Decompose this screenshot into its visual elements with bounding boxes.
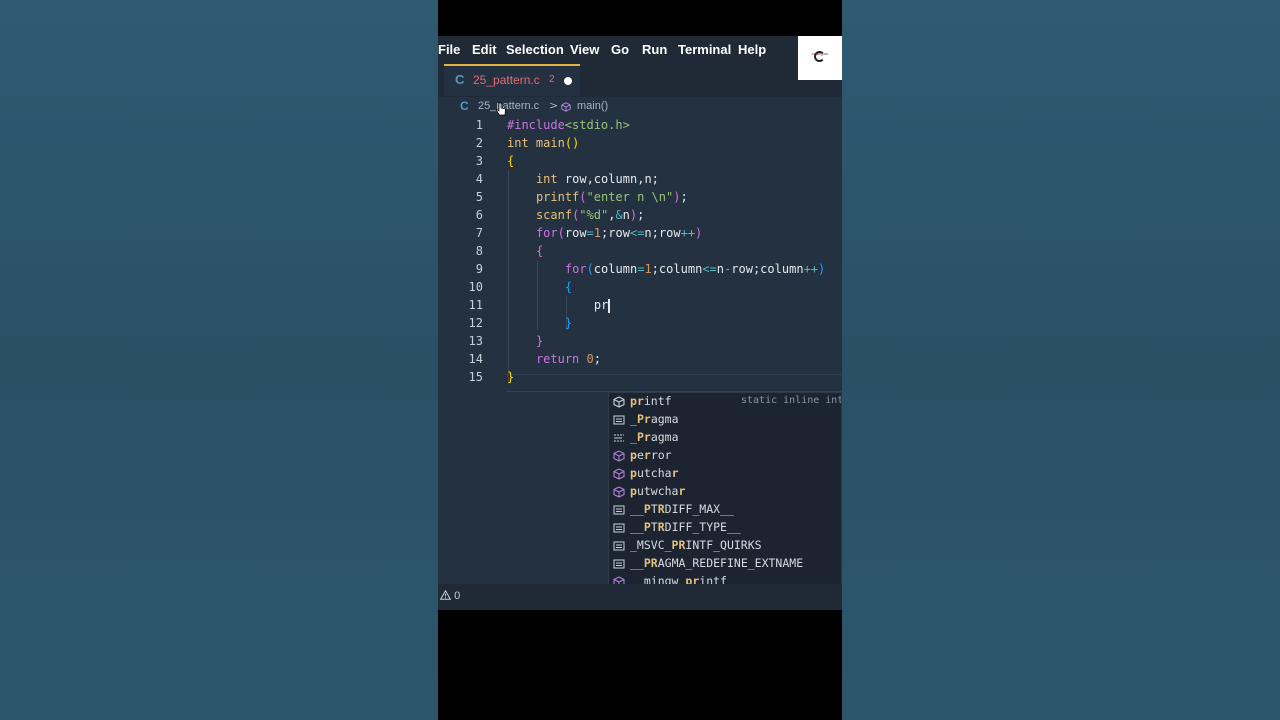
snippet-icon (613, 523, 625, 533)
menu-view[interactable]: View (570, 42, 599, 57)
line-number: 11 (468, 298, 483, 312)
suggestion-widget: printf static inline int _Pragma _Pragma… (608, 392, 842, 608)
code-line[interactable]: } (507, 314, 572, 332)
problems-status[interactable]: 0 (439, 589, 461, 602)
suggestion-item[interactable]: printf static inline int (609, 393, 842, 411)
snippet-icon (613, 505, 625, 515)
suggestion-detail: static inline int (741, 395, 842, 406)
warning-count: 0 (454, 590, 461, 602)
line-number: 12 (468, 316, 483, 330)
vscode-window: File Edit Selection View Go Run Terminal… (438, 36, 842, 610)
snippet-alt-icon (614, 434, 624, 442)
suggestion-item[interactable]: _MSVC_PRINTF_QUIRKS (609, 537, 841, 555)
breadcrumb-symbol[interactable]: main() (577, 100, 608, 112)
suggestion-label: _Pragma (630, 412, 679, 426)
line-number: 5 (475, 190, 483, 204)
video-frame: File Edit Selection View Go Run Terminal… (438, 0, 842, 720)
breadcrumb-c-icon: C (460, 99, 469, 113)
code-line[interactable]: return 0; (507, 350, 601, 368)
menu-bar: File Edit Selection View Go Run Terminal… (438, 36, 842, 80)
suggestion-item[interactable]: putwchar (609, 483, 841, 501)
line-number: 1 (475, 118, 483, 132)
menu-run[interactable]: Run (642, 42, 667, 57)
suggestion-label: printf (630, 394, 672, 408)
line-number: 3 (475, 154, 483, 168)
code-line[interactable]: int row,column,n; (507, 170, 659, 188)
method-icon (613, 450, 625, 462)
code-editor[interactable]: 1 2 3 4 5 6 7 8 9 10 11 12 13 14 15 #inc… (438, 116, 842, 608)
status-bar: 0 (438, 584, 842, 610)
code-line[interactable]: } (507, 368, 514, 386)
method-icon (613, 468, 625, 480)
method-icon (613, 396, 625, 408)
unsaved-dot-icon[interactable] (564, 77, 572, 85)
menu-help[interactable]: Help (738, 42, 766, 57)
snippet-icon (613, 559, 625, 569)
suggestion-label: _MSVC_PRINTF_QUIRKS (630, 538, 762, 552)
code-line[interactable]: { (507, 278, 572, 296)
channel-logo: codeguru (798, 36, 842, 80)
suggestion-item[interactable]: perror (609, 447, 841, 465)
code-line[interactable]: { (507, 242, 543, 260)
suggestion-item[interactable]: __PRAGMA_REDEFINE_EXTNAME (609, 555, 841, 573)
background-right (842, 0, 1280, 720)
code-line[interactable]: { (507, 152, 514, 170)
menu-selection[interactable]: Selection (506, 42, 564, 57)
method-icon (613, 486, 625, 498)
suggestion-label: perror (630, 448, 672, 462)
line-number: 10 (468, 280, 483, 294)
tab-problem-count: 2 (549, 74, 555, 85)
code-line[interactable]: scanf("%d",&n); (507, 206, 644, 224)
tab-bar: C 25_pattern.c 2 (438, 64, 798, 96)
breadcrumb-file[interactable]: 25_pattern.c (478, 100, 539, 112)
line-number: 2 (475, 136, 483, 150)
method-icon (561, 102, 571, 112)
chevron-right-icon: > (549, 99, 559, 112)
code-line[interactable]: pr (507, 296, 611, 314)
menu-edit[interactable]: Edit (472, 42, 497, 57)
menu-file[interactable]: File (438, 42, 460, 57)
suggestion-item[interactable]: _Pragma (609, 411, 841, 429)
line-number: 8 (475, 244, 483, 258)
code-line[interactable]: int main() (507, 134, 579, 152)
suggestion-label: __PTRDIFF_TYPE__ (630, 520, 741, 534)
warning-icon (439, 589, 452, 600)
line-number: 13 (468, 334, 483, 348)
menu-terminal[interactable]: Terminal (678, 42, 731, 57)
code-line[interactable]: for(column=1;column<=n-row;column++) (507, 260, 825, 278)
line-number: 9 (475, 262, 483, 276)
suggestion-label: __PRAGMA_REDEFINE_EXTNAME (630, 556, 804, 570)
background-left (0, 0, 438, 720)
suggestion-label: putchar (630, 466, 679, 480)
current-line-highlight (506, 374, 842, 392)
snippet-icon (613, 541, 625, 551)
suggestion-item[interactable]: _Pragma (609, 429, 841, 447)
line-number: 7 (475, 226, 483, 240)
text-cursor (608, 298, 611, 313)
snippet-icon (613, 415, 625, 425)
code-line[interactable]: printf("enter n \n"); (507, 188, 688, 206)
suggestion-item[interactable]: __PTRDIFF_TYPE__ (609, 519, 841, 537)
menu-go[interactable]: Go (611, 42, 629, 57)
code-line[interactable]: for(row=1;row<=n;row++) (507, 224, 702, 242)
suggestion-item[interactable]: __PTRDIFF_MAX__ (609, 501, 841, 519)
suggestion-label: __PTRDIFF_MAX__ (630, 502, 734, 516)
code-line[interactable]: } (507, 332, 543, 350)
suggestion-label: putwchar (630, 484, 686, 498)
line-number: 15 (468, 370, 483, 384)
line-number: 14 (468, 352, 483, 366)
line-number: 4 (475, 172, 483, 186)
suggestion-label: _Pragma (630, 430, 679, 444)
c-language-icon: C (455, 72, 465, 87)
hand-pointer-icon (496, 102, 506, 116)
tab-25-pattern[interactable]: C 25_pattern.c 2 (444, 64, 580, 96)
logo-text: codeguru (811, 51, 829, 56)
tab-filename: 25_pattern.c (473, 73, 540, 87)
line-number: 6 (475, 208, 483, 222)
code-line[interactable]: #include<stdio.h> (507, 116, 630, 134)
suggestion-item[interactable]: putchar (609, 465, 841, 483)
